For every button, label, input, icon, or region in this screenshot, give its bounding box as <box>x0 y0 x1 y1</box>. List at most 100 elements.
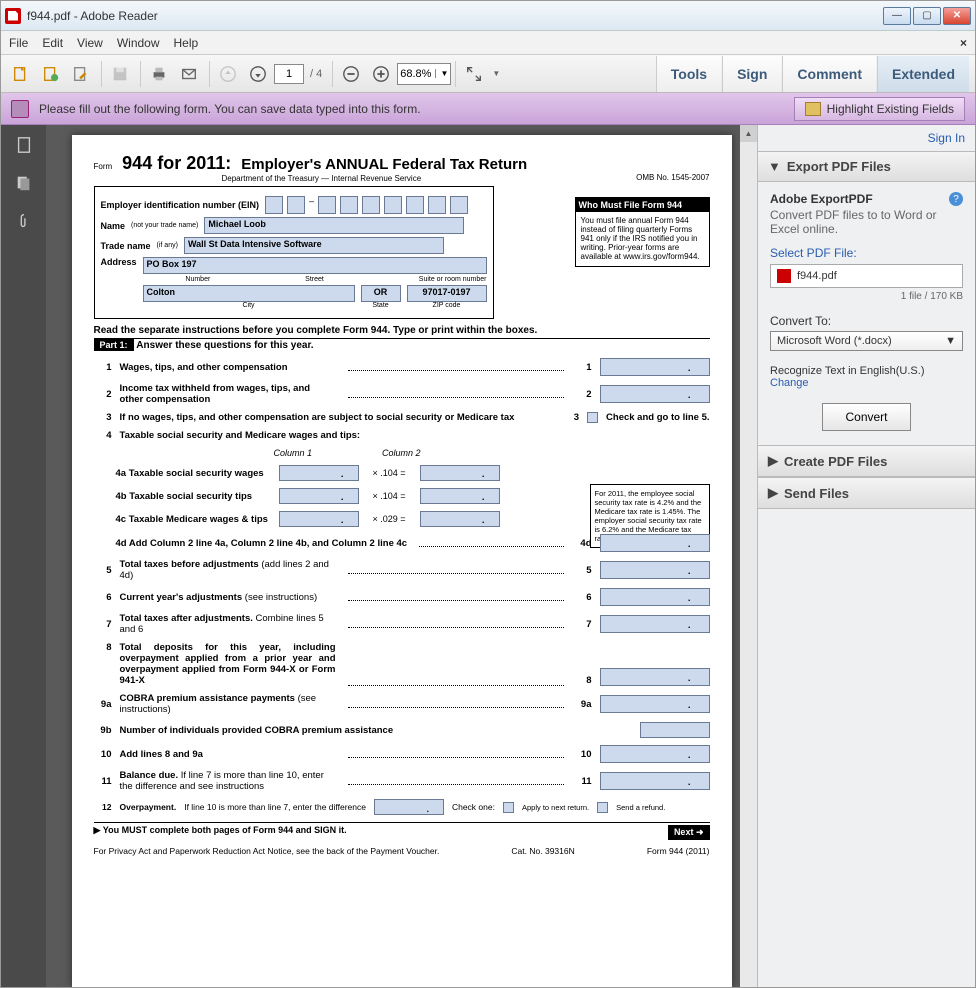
attachments-icon[interactable] <box>12 209 36 233</box>
form-notice-bar: Please fill out the following form. You … <box>1 93 975 125</box>
line4b-col2[interactable]: . <box>420 488 500 504</box>
form-subtitle: Employer's ANNUAL Federal Tax Return <box>241 156 527 173</box>
pdf-page: Form 944 for 2011: Employer's ANNUAL Fed… <box>72 135 732 987</box>
who-must-file-box: Who Must File Form 944 You must file ann… <box>575 197 710 267</box>
zoom-out-icon[interactable] <box>337 60 365 88</box>
line9a-input[interactable]: . <box>600 695 710 713</box>
line10-input[interactable]: . <box>600 745 710 763</box>
recognize-text: Recognize Text in English(U.S.) <box>770 365 963 377</box>
export-icon[interactable] <box>7 60 35 88</box>
menu-window[interactable]: Window <box>117 36 160 50</box>
menu-file[interactable]: File <box>9 36 28 50</box>
city-input[interactable]: Colton <box>143 285 355 302</box>
line4a-col1[interactable]: . <box>279 465 359 481</box>
chevron-right-icon: ▶ <box>768 453 778 469</box>
pages-icon[interactable] <box>12 171 36 195</box>
highlight-fields-button[interactable]: Highlight Existing Fields <box>794 97 965 121</box>
sign-in-link[interactable]: Sign In <box>758 125 975 151</box>
pdf-icon <box>777 269 791 283</box>
line4d-input[interactable]: . <box>600 534 710 552</box>
right-panel: Sign In ▼Export PDF Files Adobe ExportPD… <box>757 125 975 987</box>
name-input[interactable]: Michael Loob <box>204 217 464 234</box>
read-instructions: Read the separate instructions before yo… <box>94 325 710 336</box>
comment-button[interactable]: Comment <box>782 56 876 92</box>
line9b-input[interactable] <box>640 722 710 738</box>
line5-input[interactable]: . <box>600 561 710 579</box>
form-notice-text: Please fill out the following form. You … <box>39 102 421 116</box>
form-icon <box>11 100 29 118</box>
ein-label: Employer identification number (EIN) <box>101 200 260 210</box>
export-panel-head[interactable]: ▼Export PDF Files <box>758 151 975 182</box>
page-number-input[interactable] <box>274 64 304 84</box>
zoom-in-icon[interactable] <box>367 60 395 88</box>
close-button[interactable]: ✕ <box>943 7 971 25</box>
form-label: Form <box>94 162 113 171</box>
menu-view[interactable]: View <box>77 36 103 50</box>
menu-bar: File Edit View Window Help × <box>1 31 975 55</box>
document-area[interactable]: Form 944 for 2011: Employer's ANNUAL Fed… <box>46 125 757 987</box>
name-label: Name <box>101 221 126 231</box>
line2-input[interactable]: . <box>600 385 710 403</box>
selected-file[interactable]: f944.pdf <box>770 264 963 288</box>
sign-button[interactable]: Sign <box>722 56 781 92</box>
doc-close-button[interactable]: × <box>960 36 967 50</box>
line12-input[interactable]: . <box>374 799 444 815</box>
thumbnails-icon[interactable] <box>12 133 36 157</box>
apply-checkbox[interactable] <box>503 802 514 813</box>
minimize-button[interactable]: — <box>883 7 911 25</box>
extended-button[interactable]: Extended <box>877 56 969 92</box>
chevron-down-icon: ▼ <box>768 159 781 174</box>
line4c-col2[interactable]: . <box>420 511 500 527</box>
form-number: 944 for 2011: <box>122 153 231 174</box>
line3-checkbox[interactable] <box>587 412 598 423</box>
zoom-select[interactable]: 68.8%▼ <box>397 63 451 85</box>
help-icon[interactable]: ? <box>949 192 963 206</box>
fit-icon[interactable] <box>460 60 488 88</box>
line4a-col2[interactable]: . <box>420 465 500 481</box>
ein-input[interactable]: – <box>265 196 468 214</box>
line8-input[interactable]: . <box>600 668 710 686</box>
page-total: / 4 <box>310 68 322 80</box>
chevron-right-icon: ▶ <box>768 485 778 501</box>
zip-input[interactable]: 97017-0197 <box>407 285 487 302</box>
save-icon[interactable] <box>106 60 134 88</box>
trade-input[interactable]: Wall St Data Intensive Software <box>184 237 444 254</box>
menu-help[interactable]: Help <box>174 36 199 50</box>
page-down-icon[interactable] <box>244 60 272 88</box>
line4b-col1[interactable]: . <box>279 488 359 504</box>
vertical-scrollbar[interactable]: ▲ <box>740 125 757 987</box>
must-complete: ▶ You MUST complete both pages of Form 9… <box>94 825 347 840</box>
file-meta: 1 file / 170 KB <box>770 291 963 302</box>
maximize-button[interactable]: ▢ <box>913 7 941 25</box>
chevron-down-icon: ▼ <box>945 335 956 347</box>
line7-input[interactable]: . <box>600 615 710 633</box>
app-icon <box>5 8 21 24</box>
window-title: f944.pdf - Adobe Reader <box>27 9 883 23</box>
highlight-icon <box>805 102 821 116</box>
export-title: Adobe ExportPDF <box>770 192 873 206</box>
line6-input[interactable]: . <box>600 588 710 606</box>
tools-button[interactable]: Tools <box>656 56 721 92</box>
select-file-label[interactable]: Select PDF File: <box>770 246 963 260</box>
email-icon[interactable] <box>175 60 203 88</box>
line1-input[interactable]: . <box>600 358 710 376</box>
page-up-icon[interactable] <box>214 60 242 88</box>
line4c-col1[interactable]: . <box>279 511 359 527</box>
refund-checkbox[interactable] <box>597 802 608 813</box>
next-button[interactable]: Next ➜ <box>668 825 710 840</box>
edit-icon[interactable] <box>67 60 95 88</box>
convert-button[interactable]: Convert <box>822 403 910 431</box>
line11-input[interactable]: . <box>600 772 710 790</box>
convert-format-select[interactable]: Microsoft Word (*.docx)▼ <box>770 331 963 351</box>
menu-edit[interactable]: Edit <box>42 36 63 50</box>
send-panel-head[interactable]: ▶Send Files <box>758 477 975 509</box>
change-link[interactable]: Change <box>770 377 963 389</box>
create-panel-head[interactable]: ▶Create PDF Files <box>758 445 975 477</box>
toolbar: / 4 68.8%▼ ▼ Tools Sign Comment Extended <box>1 55 975 93</box>
street-input[interactable]: PO Box 197 <box>143 257 487 274</box>
convert-to-label: Convert To: <box>770 314 963 328</box>
title-bar: f944.pdf - Adobe Reader — ▢ ✕ <box>1 1 975 31</box>
create-icon[interactable] <box>37 60 65 88</box>
print-icon[interactable] <box>145 60 173 88</box>
state-input[interactable]: OR <box>361 285 401 302</box>
